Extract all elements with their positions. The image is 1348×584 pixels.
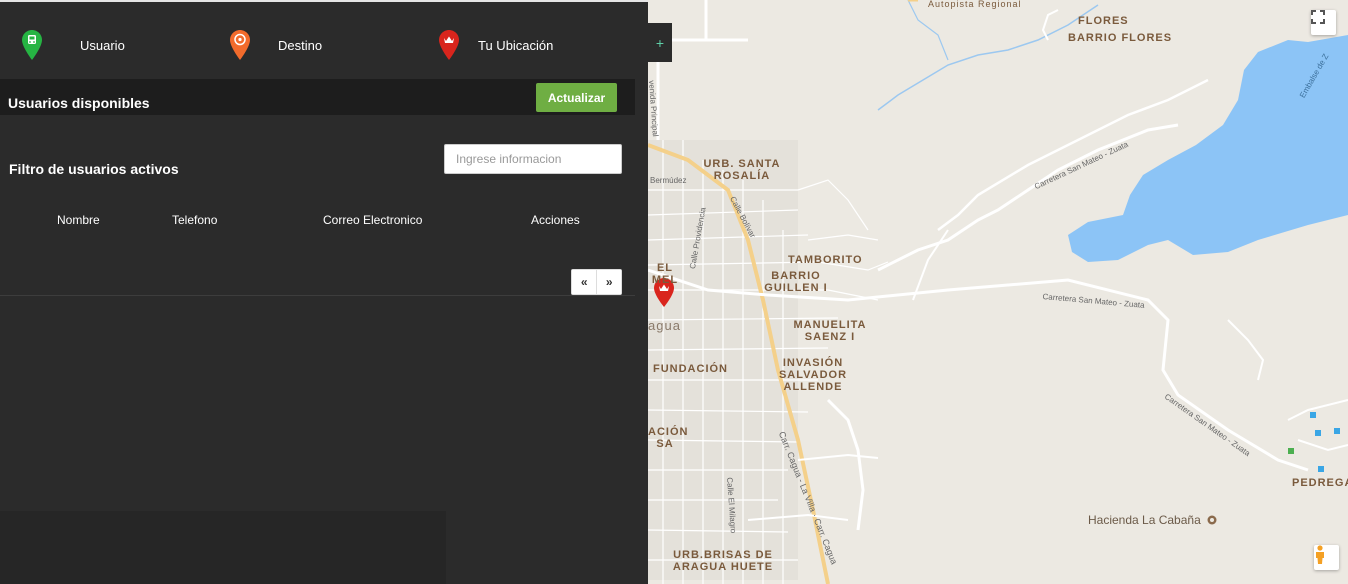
river-line [877, 4, 1099, 111]
map-label-el-mel: EL MEL [651, 262, 679, 286]
orange-destination-marker-icon [230, 30, 250, 60]
marker-legend: Usuario Destino Tu Ubicación [0, 2, 648, 79]
map-label-agua: agua [648, 318, 681, 333]
map-label-invasion: INVASIÓN SALVADOR ALLENDE [778, 357, 848, 393]
map-label-santa-rosalia: URB. SANTA ROSALÍA [703, 158, 781, 182]
legend-destino-label: Destino [278, 37, 323, 53]
map-label-fundacion: FUNDACIÓN [653, 363, 728, 375]
legend-ubicacion: Tu Ubicación [439, 30, 553, 60]
app-root: Usuario Destino Tu Ubicación Usuarios di… [0, 0, 1348, 584]
column-header-correo: Correo Electronico [323, 213, 423, 227]
bottom-panel-block [0, 511, 446, 584]
legend-ubicacion-label: Tu Ubicación [478, 37, 554, 53]
fullscreen-button[interactable] [1311, 10, 1336, 35]
column-header-acciones: Acciones [531, 213, 580, 227]
green-bus-marker-icon [22, 30, 42, 60]
map-label-brisas: URB.BRISAS DE ARAGUA HUETE [672, 549, 774, 573]
search-input[interactable] [444, 144, 622, 174]
legend-usuario: Usuario [22, 30, 125, 60]
table-divider [0, 295, 635, 296]
map-label-flores: FLORES [1078, 15, 1129, 27]
map-label-tamborito: TAMBORITO [788, 254, 863, 266]
pagination: « » [571, 269, 622, 295]
map-label-hacienda: Hacienda La Cabaña [1088, 513, 1201, 527]
filter-title: Filtro de usuarios activos [9, 161, 179, 177]
panel-toggle-button[interactable]: + [648, 23, 672, 62]
map-label-manuelita: MANUELITA SAENZ I [793, 319, 867, 343]
next-page-button[interactable]: » [596, 270, 621, 294]
update-button[interactable]: Actualizar [536, 83, 617, 112]
red-location-marker-icon [439, 30, 459, 60]
map-label-barrio-guillen: BARRIO GUILLEN I [764, 270, 828, 294]
side-panel: Usuario Destino Tu Ubicación Usuarios di… [0, 0, 648, 584]
street-bermudez: Bermúdez [650, 176, 687, 185]
prev-page-button[interactable]: « [572, 270, 597, 294]
column-header-nombre: Nombre [57, 213, 100, 227]
map-label-autopista: Autopista Regional [928, 0, 1022, 9]
street-view-button[interactable] [1314, 545, 1339, 570]
map-label-pedrega: PEDREGA [1292, 477, 1348, 489]
map-label-barrio-flores: BARRIO FLORES [1068, 32, 1173, 44]
users-header-bar: Usuarios disponibles Actualizar [0, 79, 635, 115]
map-canvas [648, 0, 1348, 584]
legend-usuario-label: Usuario [80, 37, 125, 53]
map-label-acion-sa: ACIÓN SA [648, 426, 689, 450]
column-header-telefono: Telefono [172, 213, 218, 227]
legend-destino: Destino [230, 30, 322, 60]
users-title: Usuarios disponibles [8, 95, 150, 111]
map-view[interactable]: Autopista Regional FLORES BARRIO FLORES … [648, 0, 1348, 584]
